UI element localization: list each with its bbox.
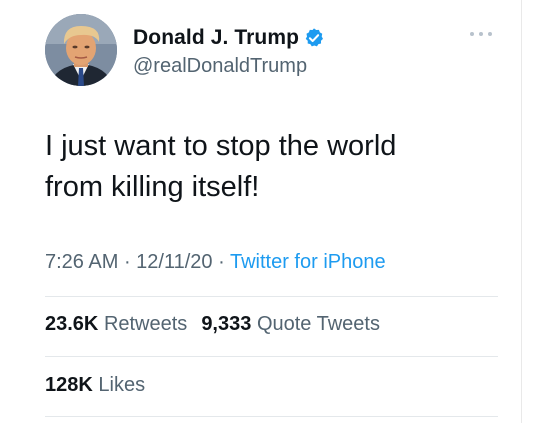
tweet-time[interactable]: 7:26 AM [45,251,118,273]
divider [45,356,498,357]
retweets-count: 23.6K [45,313,99,335]
retweets-stat[interactable]: 23.6K Retweets [45,313,187,335]
divider [45,416,498,417]
more-options-icon[interactable] [470,30,492,38]
retweets-label: Retweets [103,313,188,335]
tweet-date[interactable]: 12/11/20 [136,251,212,273]
likes-stat[interactable]: 128K Likes [45,374,145,397]
engagement-stats: 23.6K Retweets 9,333 Quote Tweets [45,313,380,336]
author-handle[interactable]: @realDonaldTrump [133,55,325,78]
card-edge [521,0,522,423]
divider [45,296,498,297]
tweet-text: I just want to stop the world from killi… [45,130,397,203]
author-name[interactable]: Donald J. Trump [133,26,299,50]
quote-tweets-label: Quote Tweets [256,313,380,335]
meta-separator: · [118,251,137,273]
avatar[interactable] [45,14,117,86]
author-name-row: Donald J. Trump [133,24,325,52]
quote-tweets-stat[interactable]: 9,333 Quote Tweets [201,313,380,335]
tweet-meta: 7:26 AM · 12/11/20 · Twitter for iPhone [45,251,386,274]
tweet-source-link[interactable]: Twitter for iPhone [230,251,386,273]
likes-count: 128K [45,374,93,396]
meta-separator: · [212,251,230,273]
quote-tweets-count: 9,333 [201,313,252,335]
avatar-photo-icon [45,14,117,86]
author-block: Donald J. Trump @realDonaldTrump [133,24,325,78]
likes-label: Likes [98,374,146,396]
tweet-card: Donald J. Trump @realDonaldTrump I just … [0,0,540,423]
verified-badge-icon [303,27,325,49]
